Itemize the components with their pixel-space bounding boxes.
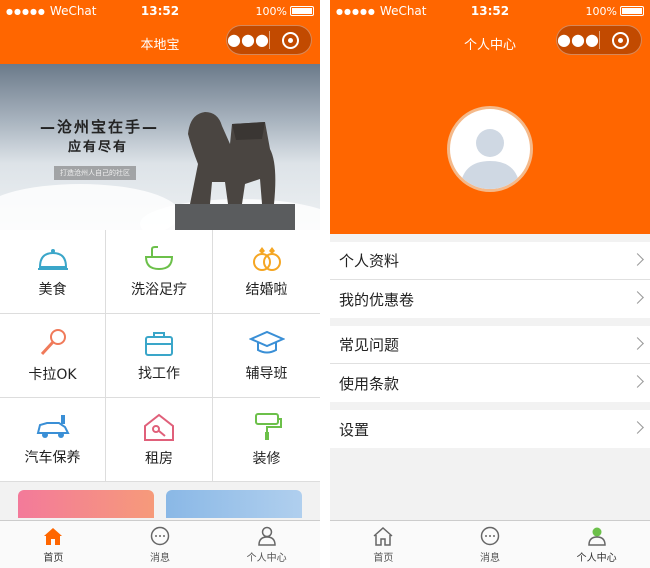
tab-label: 首页 — [43, 552, 64, 564]
house-key-icon — [144, 413, 174, 441]
more-icon[interactable]: ●●● — [557, 32, 599, 48]
promo-cards — [0, 482, 320, 518]
menu-label: 使用条款 — [339, 374, 400, 393]
tab-bar: 首页 消息 个人中心 — [0, 520, 320, 568]
car-service-icon — [36, 414, 70, 438]
chevron-right-icon — [631, 337, 644, 350]
close-mini-program-icon[interactable] — [270, 31, 311, 49]
user-icon — [257, 526, 276, 546]
iron-lion-image — [175, 112, 295, 230]
category-label: 汽车保养 — [24, 449, 81, 466]
wedding-rings-icon — [252, 246, 281, 271]
menu-group-settings: 设置 — [330, 410, 650, 448]
chevron-right-icon — [631, 421, 644, 434]
category-car[interactable]: 汽车保养 — [0, 398, 106, 482]
menu-profile[interactable]: 个人资料 — [330, 242, 650, 280]
promo-card[interactable] — [18, 490, 154, 518]
tab-profile[interactable]: 个人中心 — [213, 521, 320, 568]
tab-label: 消息 — [480, 552, 500, 564]
tab-home[interactable]: 首页 — [0, 521, 107, 568]
menu-label: 常见问题 — [339, 336, 400, 354]
profile-header — [330, 64, 650, 234]
menu-label: 设置 — [339, 420, 370, 439]
banner-title: —沧州宝在手— — [40, 118, 160, 136]
menu-group-help: 常见问题 使用条款 — [330, 326, 650, 402]
home-screen: ●●●●● WeChat 13:52 100% 本地宝 ●●● —沧州宝在手— … — [0, 0, 320, 568]
tab-bar: 首页 消息 个人中心 — [330, 520, 650, 568]
battery-percent: 100% — [585, 4, 617, 18]
mini-program-capsule: ●●● — [556, 25, 642, 55]
page-title: 个人中心 — [463, 37, 516, 53]
graduation-cap-icon — [248, 330, 285, 353]
chevron-right-icon — [631, 291, 644, 304]
status-bar: ●●●●● WeChat 13:52 100% — [0, 0, 320, 22]
category-label: 辅导班 — [245, 365, 288, 382]
category-food[interactable]: 美食 — [0, 230, 106, 314]
home-icon — [373, 526, 393, 546]
default-avatar-icon — [460, 129, 520, 189]
message-icon — [150, 526, 170, 545]
category-label: 卡拉OK — [28, 366, 77, 383]
menu-group-account: 个人资料 我的优惠卷 — [330, 242, 650, 318]
menu-coupons[interactable]: 我的优惠卷 — [330, 280, 650, 318]
category-label: 装修 — [252, 450, 281, 467]
category-bath[interactable]: 洗浴足疗 — [106, 230, 213, 314]
battery-icon — [620, 6, 644, 16]
category-label: 找工作 — [138, 365, 180, 382]
message-icon — [480, 526, 500, 545]
nav-bar: 个人中心 ●●● — [330, 22, 650, 64]
category-jobs[interactable]: 找工作 — [106, 314, 213, 398]
microphone-icon — [40, 328, 66, 355]
tab-messages[interactable]: 消息 — [437, 521, 544, 568]
chevron-right-icon — [631, 375, 644, 388]
menu-label: 个人资料 — [339, 252, 400, 270]
battery-icon — [290, 6, 314, 16]
category-rent[interactable]: 租房 — [106, 398, 213, 482]
menu-label: 我的优惠卷 — [339, 290, 415, 309]
avatar[interactable] — [447, 106, 533, 192]
tab-label: 个人中心 — [576, 552, 617, 564]
category-grid: 美食 洗浴足疗 结婚啦 卡拉OK 找工作 辅导班 汽车保养 租房 装修 — [0, 230, 320, 482]
close-mini-program-icon[interactable] — [600, 31, 641, 49]
briefcase-icon — [145, 331, 173, 356]
food-cloche-icon — [37, 248, 68, 270]
menu-settings[interactable]: 设置 — [330, 410, 650, 448]
bathtub-icon — [144, 245, 174, 270]
paint-roller-icon — [254, 412, 282, 440]
banner-subtitle: 应有尽有 — [68, 140, 129, 155]
menu-faq[interactable]: 常见问题 — [330, 326, 650, 364]
tab-home[interactable]: 首页 — [330, 521, 437, 568]
category-karaoke[interactable]: 卡拉OK — [0, 314, 106, 398]
banner[interactable]: —沧州宝在手— 应有尽有 打造沧州人自己的社区 — [0, 64, 320, 230]
category-label: 美食 — [38, 281, 67, 298]
profile-screen: ●●●●● WeChat 13:52 100% 个人中心 ●●● 个人资料 我的… — [330, 0, 650, 568]
user-icon — [587, 527, 606, 546]
category-tutoring[interactable]: 辅导班 — [213, 314, 320, 398]
battery-percent: 100% — [255, 4, 287, 18]
tab-label: 个人中心 — [246, 552, 287, 564]
mini-program-capsule: ●●● — [226, 25, 312, 55]
category-decoration[interactable]: 装修 — [213, 398, 320, 482]
home-icon — [44, 527, 63, 545]
chevron-right-icon — [631, 253, 644, 266]
menu-terms[interactable]: 使用条款 — [330, 364, 650, 402]
tab-label: 首页 — [373, 552, 394, 564]
category-label: 洗浴足疗 — [131, 281, 187, 298]
tab-messages[interactable]: 消息 — [107, 521, 214, 568]
nav-bar: 本地宝 ●●● — [0, 22, 320, 64]
status-bar: ●●●●● WeChat 13:52 100% — [330, 0, 650, 22]
category-label: 租房 — [145, 450, 173, 467]
banner-tagline: 打造沧州人自己的社区 — [54, 166, 136, 180]
tab-label: 消息 — [150, 552, 170, 564]
page-title: 本地宝 — [140, 37, 180, 53]
tab-profile[interactable]: 个人中心 — [543, 521, 650, 568]
category-label: 结婚啦 — [245, 281, 288, 298]
more-icon[interactable]: ●●● — [227, 32, 269, 48]
promo-card[interactable] — [166, 490, 302, 518]
category-wedding[interactable]: 结婚啦 — [213, 230, 320, 314]
